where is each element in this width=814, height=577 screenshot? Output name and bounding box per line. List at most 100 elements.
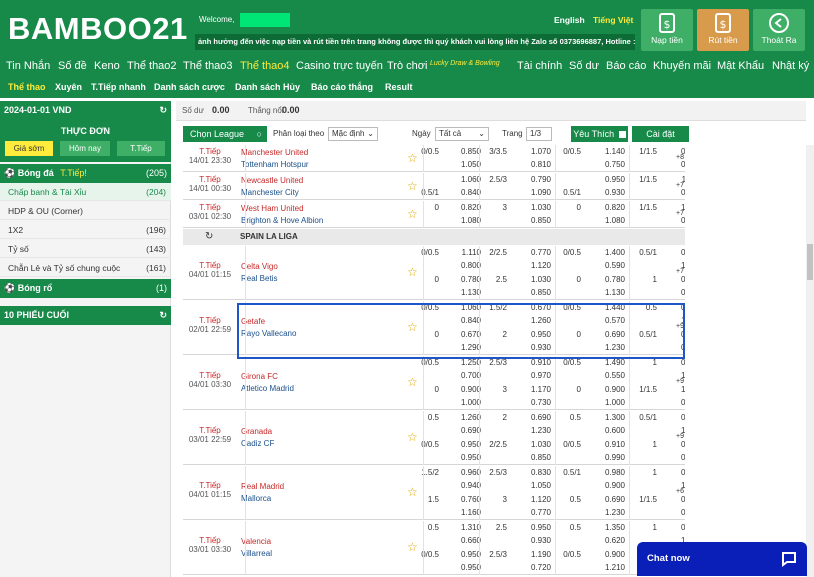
tab-early[interactable]: Giá sớm — [5, 141, 53, 156]
odds-value[interactable]: 1.300 — [593, 412, 625, 424]
refresh-icon[interactable]: ↻ — [205, 229, 213, 245]
odds-value[interactable]: 1.230 — [519, 425, 551, 437]
sort-select[interactable]: Mặc định ⌄ — [328, 127, 378, 141]
odds-value[interactable]: 1.050 — [519, 480, 551, 492]
home-team[interactable]: West Ham United — [241, 203, 323, 215]
odds-value[interactable]: 0.590 — [593, 260, 625, 272]
match-row[interactable]: T.Tiếp 04/01 01:15 Real Madrid Mallorca ☆ 1.5… — [183, 466, 685, 520]
sidebar-item-handicap[interactable]: Chấp banh & Tài Xỉu (204) — [0, 183, 171, 201]
odds-value[interactable]: 0.690 — [593, 494, 625, 506]
odds-value[interactable]: 1.080 — [593, 215, 625, 227]
match-row[interactable]: T.Tiếp 14/01 00:30 Newcastle United Manches… — [183, 173, 685, 200]
odds-value[interactable]: 0.820 — [449, 202, 481, 214]
nav-balance[interactable]: Số dư — [569, 60, 599, 72]
odds-value[interactable]: 0.770 — [669, 187, 685, 199]
choose-league-button[interactable]: Chọn League ○ — [183, 126, 267, 142]
odds-value[interactable]: 0.690 — [519, 412, 551, 424]
settings-button[interactable]: Cài đặt — [632, 126, 689, 142]
match-row[interactable]: T.Tiếp 03/01 02:30 West Ham United Brighton… — [183, 201, 685, 228]
odds-value[interactable]: 0.690 — [449, 425, 481, 437]
subnav-result[interactable]: Result — [385, 82, 413, 92]
nav-sports4[interactable]: Thể thao4 — [240, 60, 290, 72]
odds-value[interactable]: 1.130 — [449, 287, 481, 299]
nav-lottery[interactable]: Số đề — [58, 60, 87, 72]
odds-value[interactable]: 0.700 — [449, 370, 481, 382]
sidebar-item-score[interactable]: Tỷ số (143) — [0, 240, 171, 258]
odds-value[interactable]: 0.780 — [593, 274, 625, 286]
odds-value[interactable]: 0.910 — [669, 494, 685, 506]
odds-value[interactable]: 0.900 — [593, 384, 625, 396]
match-row[interactable]: T.Tiếp 03/01 03:30 Valencia Villarreal ☆ 0.5 1… — [183, 521, 685, 575]
odds-value[interactable]: 0.790 — [519, 174, 551, 186]
nav-logs[interactable]: Nhật ký — [772, 60, 809, 72]
odds-value[interactable]: 0.980 — [593, 467, 625, 479]
nav-keno[interactable]: Keno — [94, 60, 120, 72]
match-row[interactable]: T.Tiếp 04/01 01:15 Celta Vigo Real Betis ☆ 0/… — [183, 246, 685, 300]
odds-value[interactable]: 0.760 — [449, 494, 481, 506]
more-bets-count[interactable]: +6 — [676, 488, 684, 495]
nav-messages[interactable]: Tin Nhắn — [6, 60, 50, 72]
away-team[interactable]: Brighton & Hove Albion — [241, 215, 323, 227]
match-teams[interactable]: Granada Cadiz CF — [241, 426, 274, 450]
home-team[interactable]: Manchester United — [241, 147, 309, 159]
odds-value[interactable]: 1.030 — [519, 202, 551, 214]
odds-value[interactable]: 0.720 — [519, 562, 551, 574]
nav-password[interactable]: Mật Khẩu — [717, 60, 764, 72]
odds-value[interactable]: 1.210 — [593, 562, 625, 574]
odds-value[interactable]: 0.770 — [519, 507, 551, 519]
match-row[interactable]: T.Tiếp 04/01 03:30 Girona FC Atletico Madri… — [183, 356, 685, 410]
nav-finance[interactable]: Tài chính — [517, 60, 562, 72]
football-header[interactable]: ⚽ Bóng đá T.Tiếp! (205) — [0, 164, 171, 183]
odds-value[interactable]: 0.900 — [593, 549, 625, 561]
match-teams[interactable]: Manchester United Tottenham Hotspur — [241, 147, 309, 171]
odds-value[interactable]: 0.800 — [449, 260, 481, 272]
away-team[interactable]: Mallorca — [241, 493, 284, 505]
subnav-cancelled-list[interactable]: Danh sách Hủy — [235, 82, 300, 92]
odds-value[interactable]: 1.170 — [669, 384, 685, 396]
home-team[interactable]: Newcastle United — [241, 175, 303, 187]
scrollbar[interactable] — [806, 145, 814, 577]
odds-value[interactable]: 0.950 — [449, 452, 481, 464]
odds-value[interactable]: 1.310 — [449, 522, 481, 534]
odds-value[interactable]: 0.760 — [669, 397, 685, 409]
odds-value[interactable]: 0.990 — [669, 274, 685, 286]
odds-value[interactable]: 0.600 — [593, 425, 625, 437]
home-team[interactable]: Girona FC — [241, 371, 294, 383]
odds-value[interactable]: 0.930 — [669, 452, 685, 464]
refresh-icon[interactable]: ↻ — [159, 306, 167, 325]
odds-value[interactable]: 0.900 — [449, 384, 481, 396]
nav-reports[interactable]: Báo cáo — [606, 60, 646, 72]
odds-value[interactable]: 1.260 — [449, 412, 481, 424]
more-bets-count[interactable]: +9 — [676, 378, 684, 385]
odds-value[interactable]: 0.780 — [449, 274, 481, 286]
odds-value[interactable]: 1.000 — [449, 397, 481, 409]
odds-value[interactable]: 0.980 — [669, 159, 685, 171]
nav-promotions[interactable]: Khuyến mãi — [653, 60, 711, 72]
odds-value[interactable]: 0.950 — [593, 174, 625, 186]
odds-value[interactable]: 1.000 — [593, 397, 625, 409]
odds-value[interactable]: 0.860 — [669, 522, 685, 534]
match-row[interactable]: T.Tiếp 14/01 23:30 Manchester United Totten… — [183, 145, 685, 172]
odds-value[interactable]: 0.770 — [519, 247, 551, 259]
odds-value[interactable]: 1.400 — [593, 247, 625, 259]
odds-value[interactable]: 0.960 — [449, 467, 481, 479]
tab-today[interactable]: Hôm nay — [60, 141, 110, 156]
odds-value[interactable]: 0.750 — [593, 159, 625, 171]
odds-value[interactable]: 0.680 — [669, 412, 685, 424]
subnav-sports[interactable]: Thể thao — [8, 82, 46, 92]
odds-value[interactable]: 0.970 — [519, 370, 551, 382]
odds-value[interactable]: 0.850 — [519, 452, 551, 464]
odds-value[interactable]: 0.840 — [449, 187, 481, 199]
odds-value[interactable]: 0.620 — [593, 535, 625, 547]
logout-button[interactable]: Thoát Ra — [753, 9, 805, 51]
odds-value[interactable]: 0.890 — [669, 287, 685, 299]
withdraw-button[interactable]: $ Rút tiền — [697, 9, 749, 51]
match-teams[interactable]: Girona FC Atletico Madrid — [241, 371, 294, 395]
odds-value[interactable]: 1.070 — [519, 146, 551, 158]
odds-value[interactable]: 0.990 — [593, 452, 625, 464]
odds-value[interactable]: 1.170 — [519, 384, 551, 396]
home-team[interactable]: Celta Vigo — [241, 261, 278, 273]
sidebar-item-odd-even[interactable]: Chẵn Lẻ và Tỷ số chung cuộc (161) — [0, 259, 171, 277]
odds-value[interactable]: 0.950 — [519, 522, 551, 534]
odds-value[interactable]: 1.110 — [449, 247, 481, 259]
